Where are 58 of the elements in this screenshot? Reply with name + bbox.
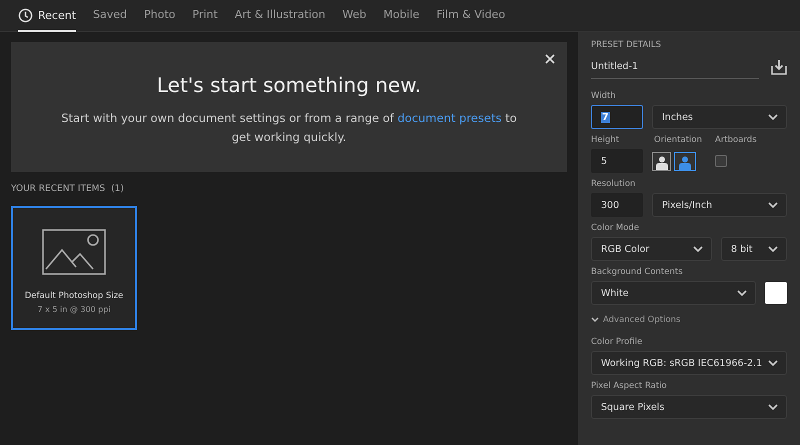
chevron-down-icon — [768, 202, 778, 208]
welcome-text: Start with your own document settings or from a range of document presets to get working quickly. — [60, 110, 518, 146]
document-name-field[interactable]: Untitled-1 — [591, 56, 759, 79]
width-field[interactable]: 7 — [591, 105, 643, 129]
chevron-down-icon — [768, 360, 778, 366]
item-name: Default Photoshop Size — [24, 291, 124, 301]
close-icon — [545, 54, 555, 64]
clock-icon — [18, 8, 33, 23]
chevron-down-icon — [768, 114, 778, 120]
tab[interactable]: Print — [192, 0, 218, 30]
tab[interactable]: Film & Video — [436, 0, 506, 30]
section-heading: YOUR RECENT ITEMS — [11, 184, 106, 194]
landscape-button[interactable] — [674, 152, 696, 170]
field-label: Height — [591, 135, 620, 145]
welcome-title: Let's start something new. — [156, 73, 422, 97]
image-icon — [42, 229, 106, 275]
person-icon — [656, 156, 668, 170]
field-label: Pixel Aspect Ratio — [591, 381, 668, 391]
field-label: Color Mode — [591, 223, 640, 233]
dropdown[interactable]: Pixels/Inch — [652, 193, 787, 217]
close-button[interactable] — [543, 52, 557, 66]
field-label: Background Contents — [591, 267, 684, 277]
chevron-down-icon — [591, 316, 599, 324]
advanced-options-toggle[interactable]: Advanced Options — [591, 315, 680, 325]
tab[interactable]: Art & Illustration — [234, 0, 326, 30]
tab[interactable]: Photo — [144, 0, 176, 30]
dropdown[interactable]: Inches — [652, 105, 787, 129]
field-label: Orientation — [654, 135, 702, 145]
tab[interactable]: Mobile — [383, 0, 420, 30]
dropdown[interactable]: RGB Color — [591, 237, 712, 261]
document-presets-link[interactable]: document presets — [397, 111, 502, 125]
tab[interactable]: Saved — [93, 0, 128, 30]
height-field[interactable]: 5 — [591, 149, 643, 173]
color-swatch[interactable] — [765, 282, 787, 304]
tab[interactable]: Recent — [18, 0, 76, 32]
artboards-checkbox[interactable] — [715, 155, 727, 167]
person-icon — [679, 156, 691, 170]
chevron-down-icon — [737, 290, 747, 296]
field-label: Resolution — [591, 179, 636, 189]
save-preset-button[interactable] — [771, 60, 787, 75]
portrait-button[interactable] — [652, 152, 671, 170]
download-icon — [771, 60, 787, 75]
dropdown[interactable]: 8 bit — [721, 237, 787, 261]
field-label: Artboards — [715, 135, 757, 145]
resolution-field[interactable]: 300 — [591, 193, 643, 217]
dropdown[interactable]: Square Pixels — [591, 395, 787, 419]
tab[interactable]: Web — [342, 0, 366, 30]
dropdown[interactable]: Working RGB: sRGB IEC61966-2.1 — [591, 351, 787, 375]
panel-heading: PRESET DETAILS — [591, 40, 662, 50]
item-count: (1) — [111, 184, 124, 194]
chevron-down-icon — [693, 246, 703, 252]
chevron-down-icon — [768, 404, 778, 410]
field-label: Width — [591, 91, 617, 101]
dropdown[interactable]: White — [591, 281, 756, 305]
recent-item-card[interactable]: Default Photoshop Size 7 x 5 in @ 300 ppi — [11, 206, 137, 330]
chevron-down-icon — [768, 246, 778, 252]
field-label: Color Profile — [591, 337, 644, 347]
item-details: 7 x 5 in @ 300 ppi — [37, 305, 111, 314]
